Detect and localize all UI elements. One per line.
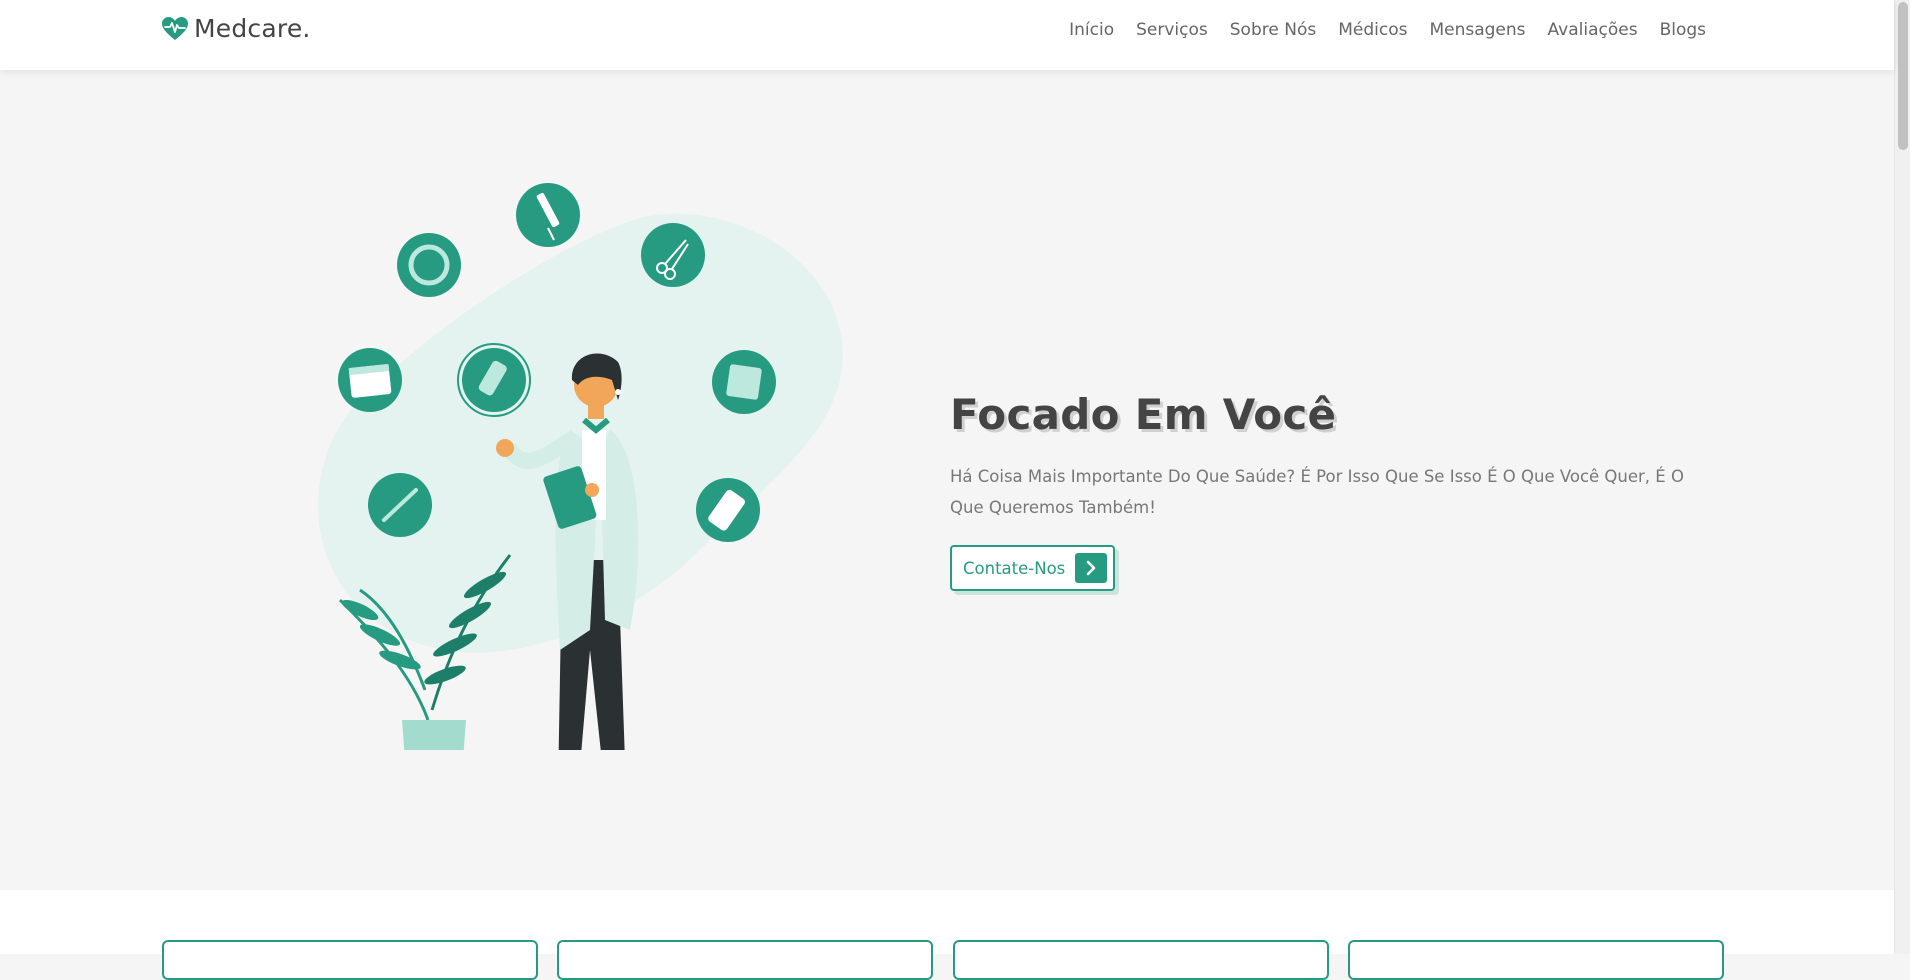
brand-name: Medcare. <box>194 14 311 43</box>
hero-section: Focado Em Você Há Coisa Mais Importante … <box>0 70 1894 890</box>
hero-content: Focado Em Você Há Coisa Mais Importante … <box>950 390 1710 591</box>
ring-icon <box>397 233 461 297</box>
nav-item-mensagens[interactable]: Mensagens <box>1429 20 1525 40</box>
bandage-icon <box>457 343 531 417</box>
site-header: Medcare. Início Serviços Sobre Nós Médic… <box>0 0 1894 70</box>
syringe-icon <box>516 183 580 247</box>
nav-item-inicio[interactable]: Início <box>1069 20 1114 40</box>
page-scrollbar[interactable] <box>1894 0 1910 954</box>
chevron-right-icon <box>1075 553 1108 583</box>
doctor-illustration <box>318 183 843 750</box>
scrollbar-thumb[interactable] <box>1898 2 1908 150</box>
service-card[interactable] <box>162 940 538 980</box>
nav-item-sobre-nos[interactable]: Sobre Nós <box>1230 20 1316 40</box>
nav-item-avaliacoes[interactable]: Avaliações <box>1548 20 1638 40</box>
services-section <box>0 890 1894 980</box>
service-card[interactable] <box>557 940 933 980</box>
contact-button-label: Contate-Nos <box>963 558 1066 578</box>
main-nav: Início Serviços Sobre Nós Médicos Mensag… <box>1069 20 1706 40</box>
pill-pack-icon <box>696 478 760 542</box>
scissors-icon <box>641 223 705 287</box>
nav-item-medicos[interactable]: Médicos <box>1338 20 1407 40</box>
calendar-icon <box>338 348 402 412</box>
gauze-icon <box>712 350 776 414</box>
hero-text: Há Coisa Mais Importante Do Que Saúde? É… <box>950 467 1684 517</box>
nav-item-servicos[interactable]: Serviços <box>1136 20 1208 40</box>
brand-logo[interactable]: Medcare. <box>162 14 311 43</box>
contact-button[interactable]: Contate-Nos <box>950 545 1116 591</box>
thermometer-icon <box>368 473 432 537</box>
service-card[interactable] <box>1348 940 1724 980</box>
heart-pulse-icon <box>162 16 188 40</box>
nav-item-blogs[interactable]: Blogs <box>1660 20 1706 40</box>
hero-title: Focado Em Você <box>950 390 1337 439</box>
service-card[interactable] <box>953 940 1329 980</box>
